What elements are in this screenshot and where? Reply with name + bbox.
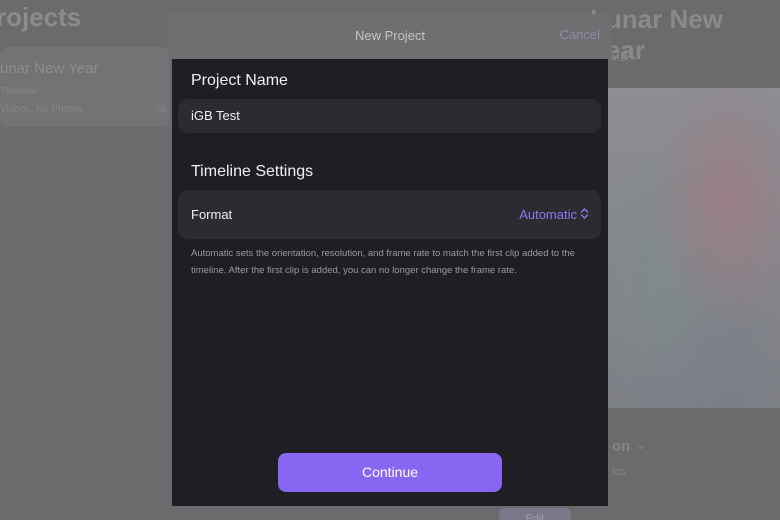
sheet-title: New Project xyxy=(354,28,426,43)
projects-title: rojects xyxy=(0,2,82,32)
format-help-text: Automatic sets the orientation, resoluti… xyxy=(191,248,575,276)
format-selector-row[interactable]: Format Automatic xyxy=(178,190,601,239)
project-detail-subtitle: los xyxy=(612,466,627,478)
chevron-down-icon: ⌄ xyxy=(636,438,647,452)
project-card-count: 36 xyxy=(156,104,168,115)
screen: rojects unar New Year Timeline Videos, N… xyxy=(0,0,780,520)
new-project-sheet: New Project Cancel Project Name iGB Test… xyxy=(168,14,612,506)
format-label: Format xyxy=(191,207,233,222)
project-card-title: unar New Year xyxy=(0,60,99,77)
edit-button: Edit xyxy=(499,508,571,520)
project-thumbnail xyxy=(606,88,780,408)
project-detail-size: MB xyxy=(610,50,628,64)
chevron-up-down-icon[interactable] xyxy=(580,207,589,220)
sheet-header: New Project Cancel xyxy=(168,14,612,59)
project-card-subtitle: Timeline xyxy=(0,86,38,97)
project-detail-label: on xyxy=(612,438,631,455)
project-card-meta: Videos, No Photos xyxy=(0,104,83,115)
timeline-settings-heading: Timeline Settings xyxy=(191,163,314,180)
project-name-input[interactable]: iGB Test xyxy=(178,99,601,133)
continue-button[interactable]: Continue xyxy=(278,453,502,492)
format-value[interactable]: Automatic xyxy=(519,207,577,222)
project-name-heading: Project Name xyxy=(191,72,288,89)
cancel-button[interactable]: Cancel xyxy=(560,27,600,42)
